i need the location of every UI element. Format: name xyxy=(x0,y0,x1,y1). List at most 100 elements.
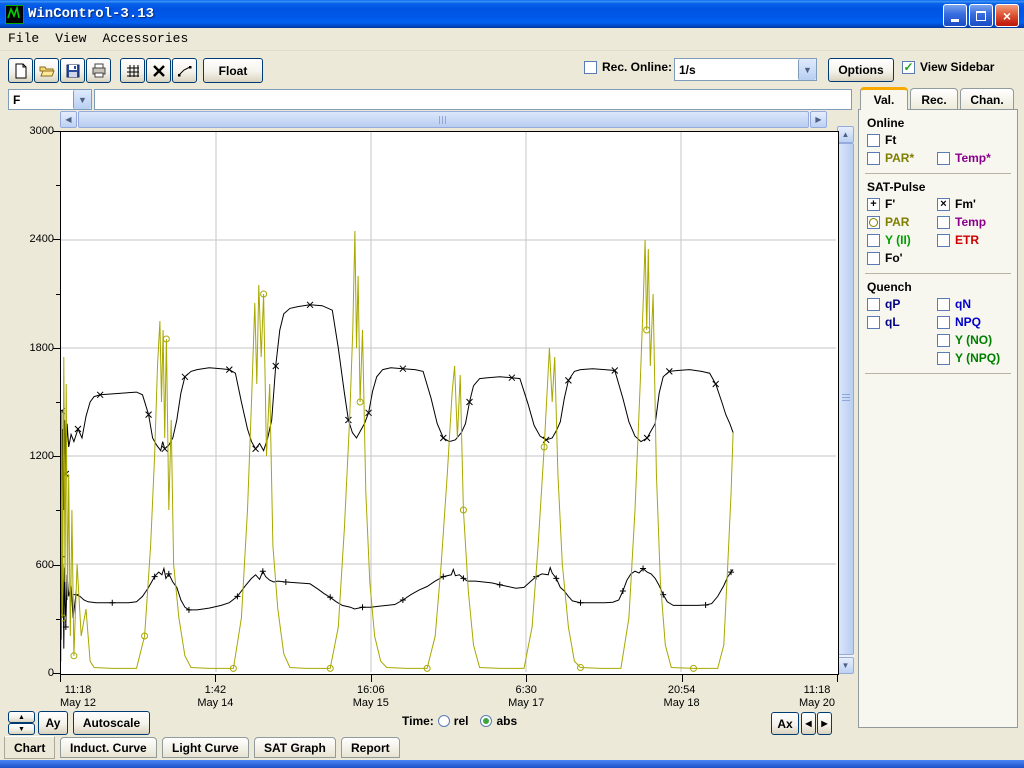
open-file-button[interactable] xyxy=(34,58,59,83)
checkbox-etr[interactable] xyxy=(937,234,950,247)
checkbox-yno[interactable] xyxy=(937,334,950,347)
tab-induct--curve[interactable]: Induct. Curve xyxy=(60,737,157,758)
v-scrollbar-thumb[interactable] xyxy=(837,143,854,655)
scroll-up-icon[interactable]: ▲ xyxy=(837,126,854,143)
app-icon xyxy=(5,5,24,24)
checkbox-ft[interactable] xyxy=(867,134,880,147)
time-rel-radio[interactable] xyxy=(438,715,450,727)
checkbox-item-par[interactable]: PAR xyxy=(867,215,909,229)
close-button[interactable]: × xyxy=(995,4,1019,27)
checkbox-item-temp[interactable]: Temp* xyxy=(937,151,991,165)
ax-button[interactable]: Ax xyxy=(771,712,799,735)
y-minor-tick-mark xyxy=(56,619,60,620)
checkbox-item-etr[interactable]: ETR xyxy=(937,233,979,247)
x-tick-label: 1:42May 14 xyxy=(180,684,250,710)
checkbox-fo[interactable] xyxy=(867,252,880,265)
checkbox-par[interactable] xyxy=(867,216,880,229)
tab-val[interactable]: Val. xyxy=(860,87,908,110)
time-abs-radio[interactable] xyxy=(480,715,492,727)
x-tick-label: 11:18May 12 xyxy=(43,684,113,710)
checkbox-item-fo[interactable]: Fo' xyxy=(867,251,903,265)
scroll-down-icon[interactable]: ▼ xyxy=(837,657,854,674)
checkbox-par[interactable] xyxy=(867,152,880,165)
y-tick-mark xyxy=(53,131,60,132)
y-tick-mark xyxy=(53,456,60,457)
time-label: Time: xyxy=(402,714,434,728)
x-scroll-left-icon[interactable]: ◀ xyxy=(801,712,816,735)
chevron-down-icon[interactable]: ▼ xyxy=(73,90,91,109)
y-scale-up-icon[interactable]: ▲ xyxy=(8,711,35,723)
channel-combo[interactable]: F ▼ xyxy=(8,89,92,110)
x-scroll-right-icon[interactable]: ▶ xyxy=(817,712,832,735)
checkbox-item-fm[interactable]: ×Fm' xyxy=(937,197,976,211)
y-tick-label: 2400 xyxy=(8,233,54,245)
checkbox-ynpq[interactable] xyxy=(937,352,950,365)
checkbox-item-qn[interactable]: qN xyxy=(937,297,971,311)
x-tick-mark xyxy=(371,675,372,682)
checkbox-qn[interactable] xyxy=(937,298,950,311)
scroll-left-icon[interactable]: ◀ xyxy=(60,111,77,128)
checkbox-item-par[interactable]: PAR* xyxy=(867,151,914,165)
grid-button[interactable] xyxy=(120,58,145,83)
checkbox-ql[interactable] xyxy=(867,316,880,329)
float-button[interactable]: Float xyxy=(203,58,263,83)
h-scrollbar-thumb[interactable] xyxy=(78,111,809,128)
delete-curve-button[interactable] xyxy=(146,58,171,83)
options-button[interactable]: Options xyxy=(828,58,894,82)
marker-x xyxy=(162,446,168,452)
new-file-button[interactable] xyxy=(8,58,33,83)
checkbox-fm[interactable]: × xyxy=(937,198,950,211)
checkbox-label: Temp* xyxy=(955,151,991,165)
print-button[interactable] xyxy=(86,58,111,83)
tab-chan[interactable]: Chan. xyxy=(960,88,1014,110)
x-tick-label: 11:18May 20 xyxy=(782,684,852,710)
tab-rec[interactable]: Rec. xyxy=(910,88,958,110)
checkbox-row: Y (NPQ) xyxy=(859,350,1017,368)
checkbox-yii[interactable] xyxy=(867,234,880,247)
curve-style-button[interactable] xyxy=(172,58,197,83)
checkbox-temp[interactable] xyxy=(937,152,950,165)
x-tick-mark xyxy=(837,675,838,682)
rate-combo[interactable]: 1/s ▼ xyxy=(674,58,817,81)
rate-combo-value: 1/s xyxy=(675,63,798,77)
checkbox-f[interactable]: + xyxy=(867,198,880,211)
ay-button[interactable]: Ay xyxy=(38,711,68,735)
x-tick-mark xyxy=(215,675,216,682)
menu-item-accessories[interactable]: Accessories xyxy=(94,28,196,48)
chevron-down-icon[interactable]: ▼ xyxy=(798,59,816,80)
checkbox-item-ql[interactable]: qL xyxy=(867,315,900,329)
view-sidebar-checkbox[interactable]: ✓ xyxy=(902,61,915,74)
checkbox-item-npq[interactable]: NPQ xyxy=(937,315,981,329)
restore-button[interactable] xyxy=(969,4,993,27)
checkbox-item-yii[interactable]: Y (II) xyxy=(867,233,911,247)
scroll-right-icon[interactable]: ▶ xyxy=(810,111,827,128)
rec-online-checkbox[interactable] xyxy=(584,61,597,74)
checkbox-item-ft[interactable]: Ft xyxy=(867,133,896,147)
checkbox-item-yno[interactable]: Y (NO) xyxy=(937,333,992,347)
tab-sat-graph[interactable]: SAT Graph xyxy=(254,737,336,758)
tab-report[interactable]: Report xyxy=(341,737,400,758)
section-title: Online xyxy=(867,116,1017,130)
menu-item-file[interactable]: File xyxy=(0,28,47,48)
y-minor-tick-mark xyxy=(56,402,60,403)
checkbox-row: PAR* Temp* xyxy=(859,150,1017,168)
menu-item-view[interactable]: View xyxy=(47,28,94,48)
chart-plot-area[interactable] xyxy=(60,131,839,675)
tab-light-curve[interactable]: Light Curve xyxy=(162,737,249,758)
checkbox-item-ynpq[interactable]: Y (NPQ) xyxy=(937,351,1000,365)
y-scale-down-icon[interactable]: ▼ xyxy=(8,723,35,735)
checkbox-npq[interactable] xyxy=(937,316,950,329)
value-display-field[interactable] xyxy=(94,89,852,110)
app-window: WinControl-3.13 × FileViewAccessories Fl… xyxy=(0,0,1024,768)
autoscale-button[interactable]: Autoscale xyxy=(73,711,150,735)
checkbox-qp[interactable] xyxy=(867,298,880,311)
marker-plus xyxy=(440,574,446,580)
minimize-button[interactable] xyxy=(943,4,967,27)
checkbox-item-f[interactable]: +F' xyxy=(867,197,895,211)
title-bar[interactable]: WinControl-3.13 × xyxy=(0,0,1024,28)
checkbox-item-temp[interactable]: Temp xyxy=(937,215,986,229)
tab-chart[interactable]: Chart xyxy=(4,736,55,759)
checkbox-temp[interactable] xyxy=(937,216,950,229)
save-file-button[interactable] xyxy=(60,58,85,83)
checkbox-item-qp[interactable]: qP xyxy=(867,297,900,311)
